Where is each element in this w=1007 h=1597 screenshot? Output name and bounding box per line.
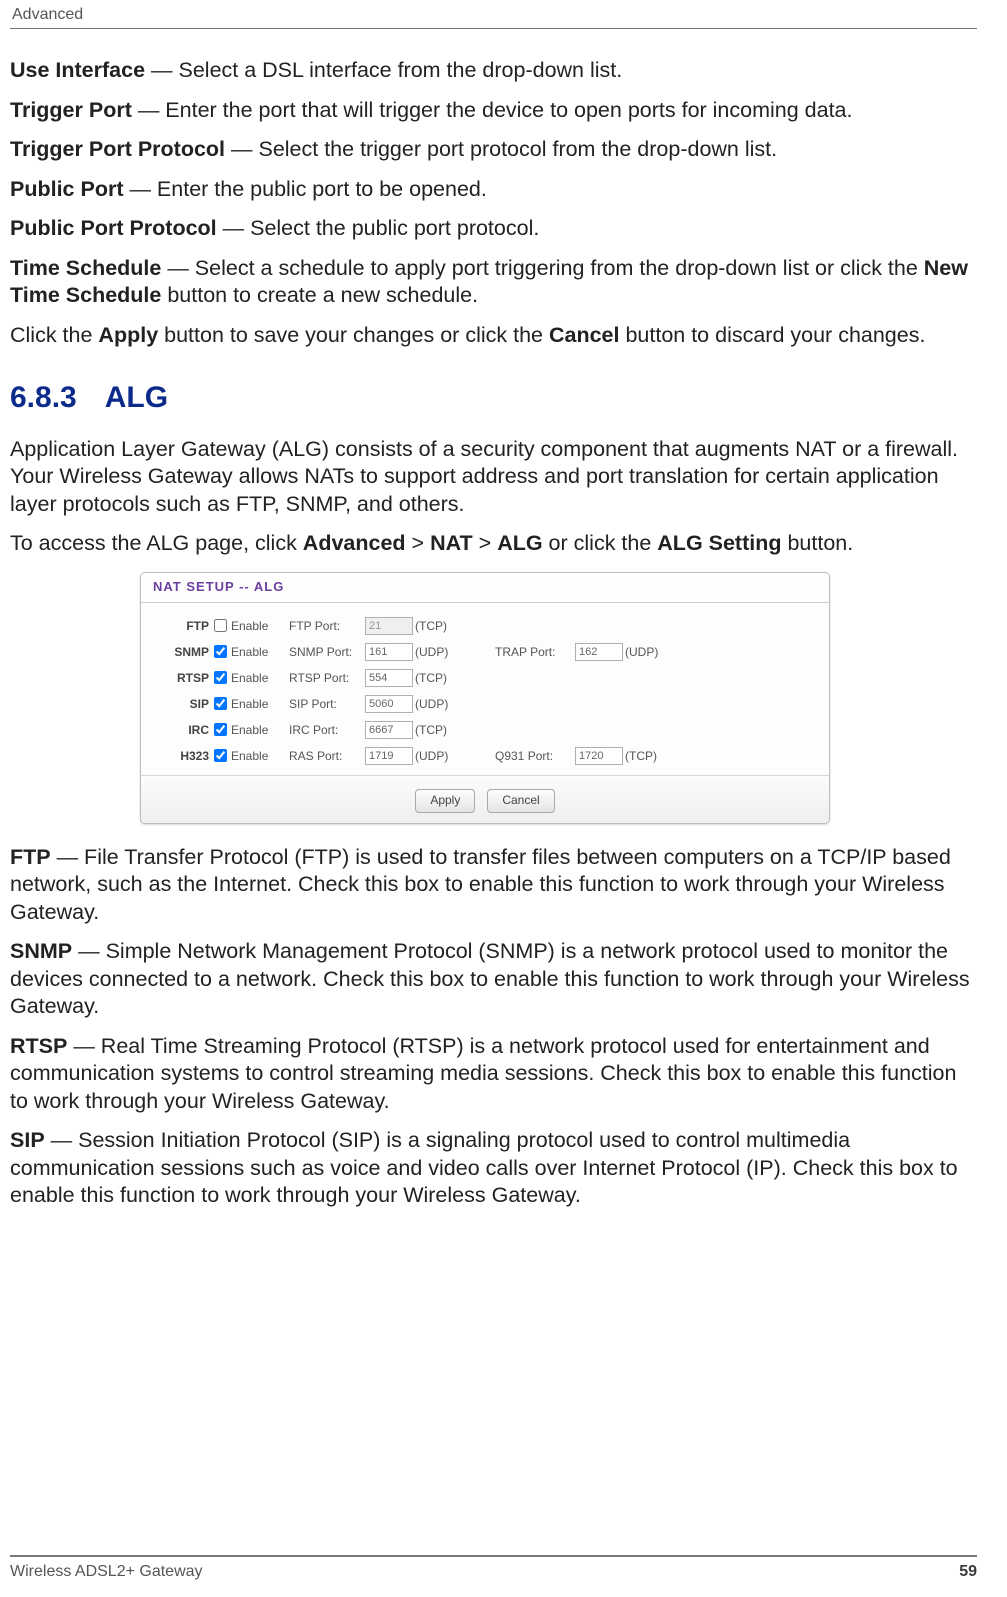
ras-port-label: RAS Port:	[289, 749, 365, 764]
ftp-checkbox[interactable]	[214, 619, 227, 632]
desc-ftp: FTP — File Transfer Protocol (FTP) is us…	[10, 844, 977, 927]
h323-checkbox[interactable]	[214, 749, 227, 762]
desc-rtsp: RTSP — Real Time Streaming Protocol (RTS…	[10, 1033, 977, 1116]
ftp-port-label: FTP Port:	[289, 619, 365, 634]
panel-footer: Apply Cancel	[141, 775, 829, 822]
enable-text: Enable	[231, 619, 289, 634]
def-trigger-port-protocol: Trigger Port Protocol — Select the trigg…	[10, 136, 977, 164]
h323-label: H323	[153, 749, 209, 764]
section-heading: 6.8.3 ALG	[10, 379, 977, 417]
body-content: Use Interface — Select a DSL interface f…	[10, 57, 977, 1210]
ftp-port-input[interactable]	[365, 617, 413, 635]
q931-port-input[interactable]	[575, 747, 623, 765]
section-title: ALG	[105, 381, 168, 414]
trap-port-label: TRAP Port:	[473, 645, 575, 660]
def-time-schedule: Time Schedule — Select a schedule to app…	[10, 255, 977, 310]
def-public-port: Public Port — Enter the public port to b…	[10, 176, 977, 204]
page-header: Advanced	[10, 6, 977, 24]
irc-port-input[interactable]	[365, 721, 413, 739]
sip-checkbox[interactable]	[214, 697, 227, 710]
trap-proto: (UDP)	[625, 645, 675, 660]
desc-sip: SIP — Session Initiation Protocol (SIP) …	[10, 1127, 977, 1210]
page-footer: Wireless ADSL2+ Gateway 59	[10, 1555, 977, 1581]
ftp-label: FTP	[153, 619, 209, 634]
sip-label: SIP	[153, 697, 209, 712]
rtsp-proto: (TCP)	[415, 671, 473, 686]
panel-title: NAT SETUP -- ALG	[141, 573, 829, 604]
cancel-button[interactable]: Cancel	[487, 789, 554, 812]
alg-row-rtsp: RTSP Enable RTSP Port: (TCP)	[153, 665, 817, 691]
alg-row-h323: H323 Enable RAS Port: (UDP) Q931 Port: (…	[153, 743, 817, 769]
rtsp-port-label: RTSP Port:	[289, 671, 365, 686]
apply-button[interactable]: Apply	[415, 789, 475, 812]
snmp-port-label: SNMP Port:	[289, 645, 365, 660]
alg-intro: Application Layer Gateway (ALG) consists…	[10, 436, 977, 519]
q931-port-label: Q931 Port:	[473, 749, 575, 764]
alg-row-ftp: FTP Enable FTP Port: (TCP)	[153, 613, 817, 639]
snmp-proto: (UDP)	[415, 645, 473, 660]
snmp-port-input[interactable]	[365, 643, 413, 661]
irc-proto: (TCP)	[415, 723, 473, 738]
desc-snmp: SNMP — Simple Network Management Protoco…	[10, 938, 977, 1021]
alg-screenshot: NAT SETUP -- ALG FTP Enable FTP Port: (T…	[140, 572, 830, 824]
footer-page-number: 59	[959, 1563, 977, 1581]
rtsp-checkbox[interactable]	[214, 671, 227, 684]
sip-port-label: SIP Port:	[289, 697, 365, 712]
def-trigger-port: Trigger Port — Enter the port that will …	[10, 97, 977, 125]
rtsp-port-input[interactable]	[365, 669, 413, 687]
panel-body: FTP Enable FTP Port: (TCP) SNMP Enable S…	[141, 603, 829, 775]
irc-port-label: IRC Port:	[289, 723, 365, 738]
ras-port-input[interactable]	[365, 747, 413, 765]
header-rule	[10, 28, 977, 29]
def-use-interface: Use Interface — Select a DSL interface f…	[10, 57, 977, 85]
sip-port-input[interactable]	[365, 695, 413, 713]
alg-row-sip: SIP Enable SIP Port: (UDP)	[153, 691, 817, 717]
irc-checkbox[interactable]	[214, 723, 227, 736]
rtsp-label: RTSP	[153, 671, 209, 686]
footer-rule	[10, 1555, 977, 1557]
snmp-label: SNMP	[153, 645, 209, 660]
trap-port-input[interactable]	[575, 643, 623, 661]
alg-access: To access the ALG page, click Advanced >…	[10, 530, 977, 558]
footer-product: Wireless ADSL2+ Gateway	[10, 1563, 203, 1581]
irc-label: IRC	[153, 723, 209, 738]
section-number: 6.8.3	[10, 381, 77, 414]
def-public-port-protocol: Public Port Protocol — Select the public…	[10, 215, 977, 243]
apply-cancel-note: Click the Apply button to save your chan…	[10, 322, 977, 350]
alg-panel: NAT SETUP -- ALG FTP Enable FTP Port: (T…	[140, 572, 830, 824]
alg-row-irc: IRC Enable IRC Port: (TCP)	[153, 717, 817, 743]
sip-proto: (UDP)	[415, 697, 473, 712]
q931-proto: (TCP)	[625, 749, 675, 764]
ftp-proto: (TCP)	[415, 619, 473, 634]
ras-proto: (UDP)	[415, 749, 473, 764]
alg-row-snmp: SNMP Enable SNMP Port: (UDP) TRAP Port: …	[153, 639, 817, 665]
snmp-checkbox[interactable]	[214, 645, 227, 658]
